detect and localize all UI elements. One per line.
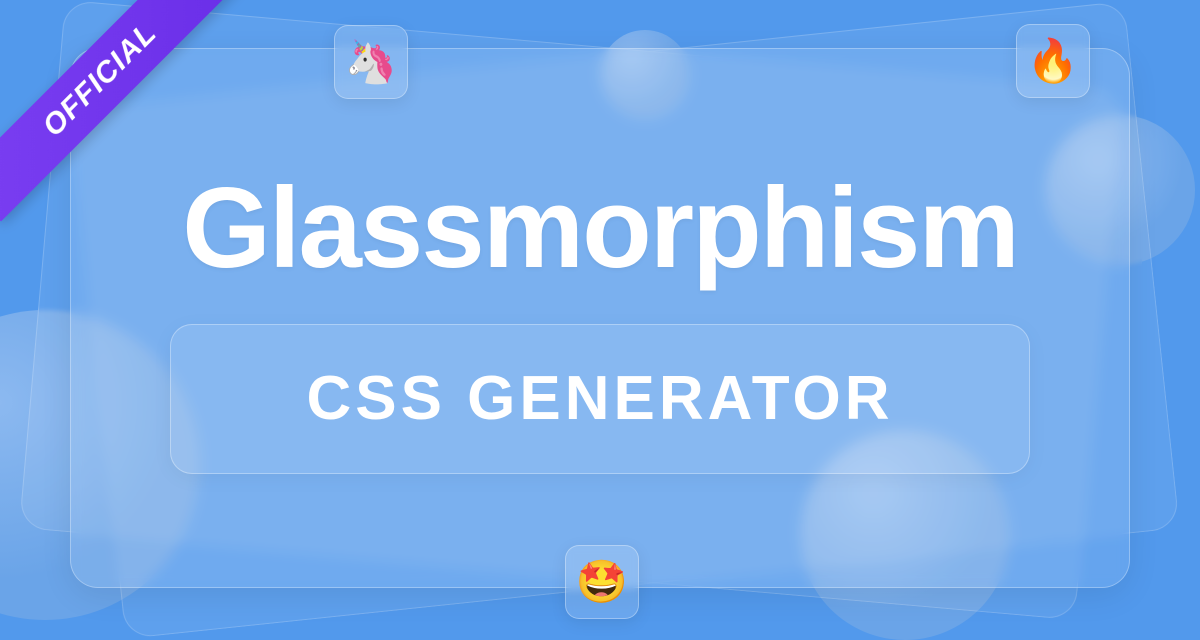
subtitle-glass-box: CSS GENERATOR [170,324,1030,474]
starstruck-emoji-chip: 🤩 [565,545,639,619]
fire-emoji-chip: 🔥 [1016,24,1090,98]
starstruck-icon: 🤩 [576,558,628,607]
unicorn-emoji-chip: 🦄 [334,25,408,99]
fire-icon: 🔥 [1027,37,1079,86]
main-glass-card: Glassmorphism CSS GENERATOR [70,48,1130,588]
page-title: Glassmorphism [182,163,1018,294]
page-subtitle: CSS GENERATOR [306,363,893,434]
unicorn-icon: 🦄 [345,38,397,87]
